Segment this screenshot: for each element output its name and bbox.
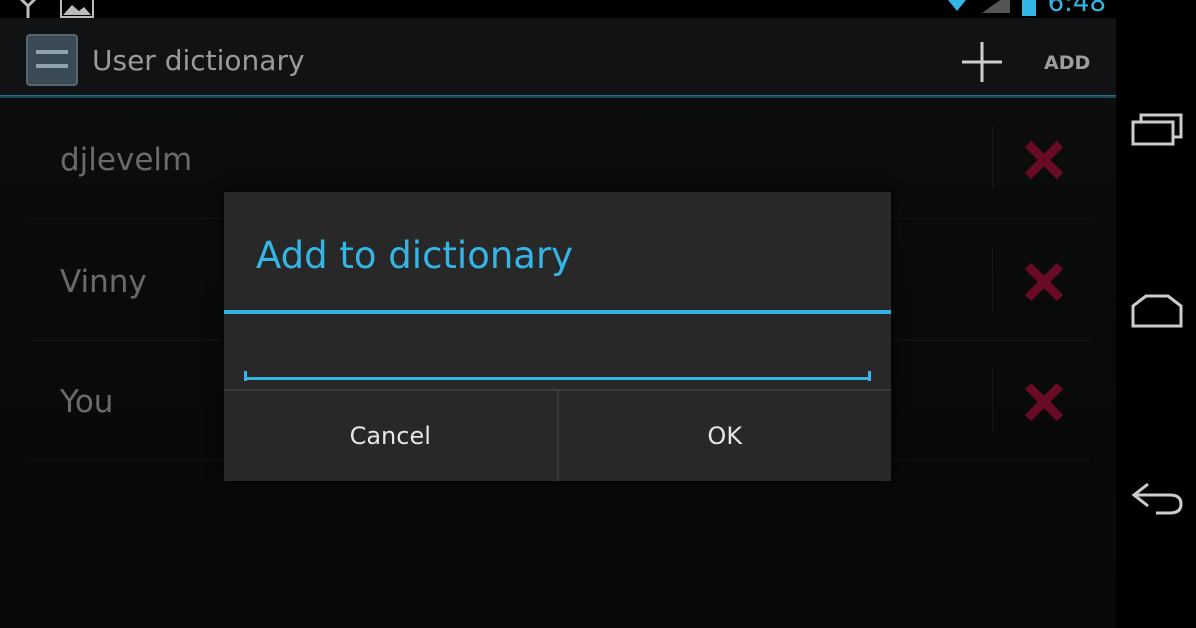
add-button[interactable]: ADD [1044, 52, 1090, 74]
signal-icon [981, 0, 1010, 13]
navigation-bar [1116, 0, 1196, 628]
input-underline-edge [244, 371, 247, 381]
recent-apps-icon[interactable] [1130, 108, 1184, 148]
battery-icon [1021, 0, 1036, 16]
cancel-button[interactable]: Cancel [224, 391, 557, 481]
add-to-dictionary-dialog: Add to dictionary Cancel OK [224, 192, 891, 481]
ok-button[interactable]: OK [556, 391, 891, 481]
back-icon[interactable] [1130, 478, 1184, 518]
page-title: User dictionary [92, 44, 305, 77]
home-icon[interactable] [1130, 292, 1184, 332]
user-dictionary-app-icon[interactable] [26, 34, 78, 86]
status-clock: 6:48 [1047, 0, 1106, 18]
add-plus-icon[interactable] [958, 38, 1006, 86]
image-notification-icon [60, 0, 94, 18]
wifi-icon [947, 0, 966, 11]
dialog-title-divider [224, 310, 891, 314]
status-bar: 6:48 [0, 0, 1116, 18]
antenna-icon [19, 0, 37, 18]
dialog-button-bar: Cancel OK [224, 389, 891, 481]
word-input[interactable] [244, 338, 871, 380]
screen: 6:48 User dictionary ADD djlevelm Vinny … [0, 0, 1116, 628]
input-underline-edge [868, 371, 871, 381]
dialog-title: Add to dictionary [256, 234, 574, 277]
